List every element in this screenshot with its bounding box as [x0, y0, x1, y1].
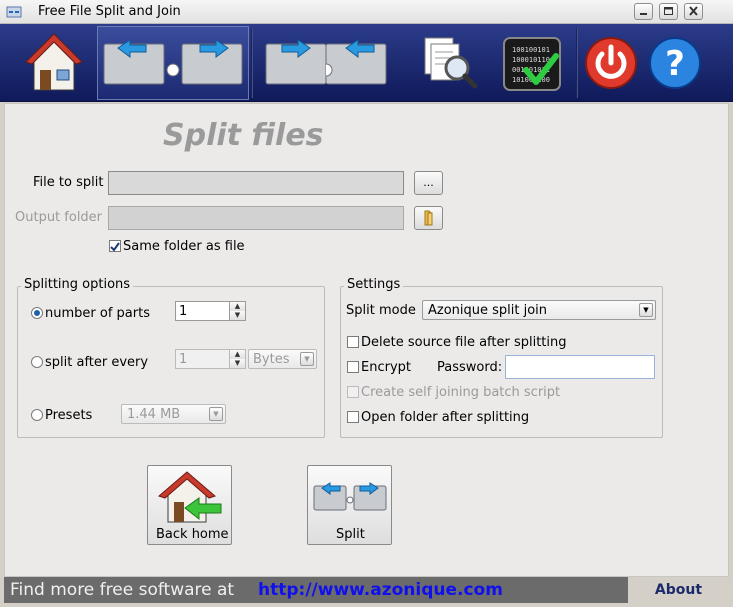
split-mode-select[interactable]: Azonique split join ▼: [422, 300, 656, 320]
home-icon: [25, 33, 83, 91]
delete-source-label: Delete source file after splitting: [361, 335, 567, 350]
presets-value: 1.44 MB: [127, 407, 181, 422]
back-home-label: Back home: [156, 527, 229, 542]
power-icon: [585, 37, 637, 89]
svg-text:100010110: 100010110: [512, 56, 550, 64]
open-folder-checkbox[interactable]: [347, 411, 359, 423]
parts-spin-buttons[interactable]: ▲ ▼: [229, 302, 245, 320]
presets-select: 1.44 MB ▼: [121, 404, 226, 424]
back-home-icon: [158, 471, 222, 523]
toolbar-separator: [576, 28, 578, 98]
encrypt-checkbox[interactable]: [347, 361, 359, 373]
split-button[interactable]: Split: [307, 465, 392, 545]
split-arrows-icon: [103, 39, 243, 85]
toolbar-exit-button[interactable]: [580, 26, 642, 100]
website-link[interactable]: http://www.azonique.com: [258, 580, 503, 600]
help-icon: ?: [649, 37, 701, 89]
join-arrows-icon: [265, 39, 387, 85]
close-icon: [689, 6, 698, 16]
toolbar-help-button[interactable]: ?: [646, 26, 704, 100]
split-size-value: 1: [179, 352, 188, 367]
toolbar-checksum-button[interactable]: 100100101 100010110 001001011 101001100: [496, 26, 568, 100]
chevron-down-icon: ▼: [209, 407, 223, 421]
batch-script-checkbox: [347, 386, 359, 398]
file-to-split-field[interactable]: [108, 171, 404, 195]
checkmark-icon: [110, 242, 120, 252]
browse-folder-button[interactable]: [414, 206, 443, 230]
settings-title: Settings: [344, 277, 404, 292]
parts-spinner[interactable]: 1 ▲ ▼: [175, 301, 246, 321]
split-label: Split: [336, 527, 365, 542]
maximize-button[interactable]: [659, 3, 678, 20]
same-folder-label: Same folder as file: [123, 239, 245, 254]
toolbar-join-button[interactable]: [258, 26, 398, 100]
split-after-label: split after every: [45, 355, 149, 370]
close-button[interactable]: [684, 3, 703, 20]
maximize-icon: [664, 7, 673, 15]
toolbar-search-button[interactable]: [412, 26, 488, 100]
batch-script-label: Create self joining batch script: [361, 385, 561, 400]
toolbar-split-button[interactable]: [97, 26, 249, 100]
about-button[interactable]: About: [628, 577, 729, 603]
window-title: Free File Split and Join: [38, 4, 181, 19]
minimize-button[interactable]: [634, 3, 653, 20]
svg-text:?: ?: [665, 44, 685, 84]
spin-down-icon[interactable]: ▼: [230, 311, 245, 320]
binary-check-icon: 100100101 100010110 001001011 101001100: [503, 37, 561, 91]
spin-down-icon: ▼: [230, 359, 245, 368]
split-arrows-icon: [313, 482, 387, 511]
splitting-options-title: Splitting options: [21, 277, 134, 292]
split-size-spinner: 1 ▲ ▼: [175, 349, 246, 369]
encrypt-label: Encrypt: [361, 360, 411, 375]
split-size-spin-buttons: ▲ ▼: [229, 350, 245, 368]
radio-number-of-parts[interactable]: [31, 307, 43, 319]
presets-label: Presets: [45, 408, 93, 423]
open-folder-label: Open folder after splitting: [361, 410, 530, 425]
chevron-down-icon: ▼: [300, 352, 314, 366]
toolbar-home-button[interactable]: [16, 26, 92, 100]
magnifier-icon: [424, 37, 478, 89]
app-icon: [6, 6, 22, 18]
split-mode-label: Split mode: [346, 303, 416, 318]
split-mode-value: Azonique split join: [428, 303, 548, 318]
radio-presets[interactable]: [31, 409, 43, 421]
chevron-down-icon[interactable]: ▼: [639, 303, 653, 317]
back-home-button[interactable]: Back home: [147, 465, 232, 545]
folder-icon: [424, 210, 432, 226]
footer-text: Find more free software at: [10, 580, 235, 600]
browse-file-label: ...: [423, 176, 434, 189]
browse-file-button[interactable]: ...: [414, 171, 443, 195]
size-unit-value: Bytes: [253, 352, 290, 367]
delete-source-checkbox[interactable]: [347, 336, 359, 348]
file-to-split-label: File to split: [33, 175, 104, 190]
same-folder-checkbox[interactable]: [109, 240, 121, 252]
parts-value: 1: [179, 304, 188, 319]
svg-text:100100101: 100100101: [512, 46, 550, 54]
spin-up-icon[interactable]: ▲: [230, 302, 245, 311]
password-input[interactable]: [505, 355, 655, 379]
radio-split-after-every[interactable]: [31, 356, 43, 368]
output-folder-label: Output folder: [15, 210, 103, 225]
size-unit-select: Bytes ▼: [248, 349, 317, 369]
toolbar-separator: [251, 28, 253, 98]
password-label: Password:: [437, 360, 503, 375]
output-folder-field: [108, 206, 404, 230]
minimize-icon: [640, 13, 647, 15]
number-of-parts-label: number of parts: [45, 306, 150, 321]
page-title: Split files: [163, 118, 324, 153]
spin-up-icon: ▲: [230, 350, 245, 359]
